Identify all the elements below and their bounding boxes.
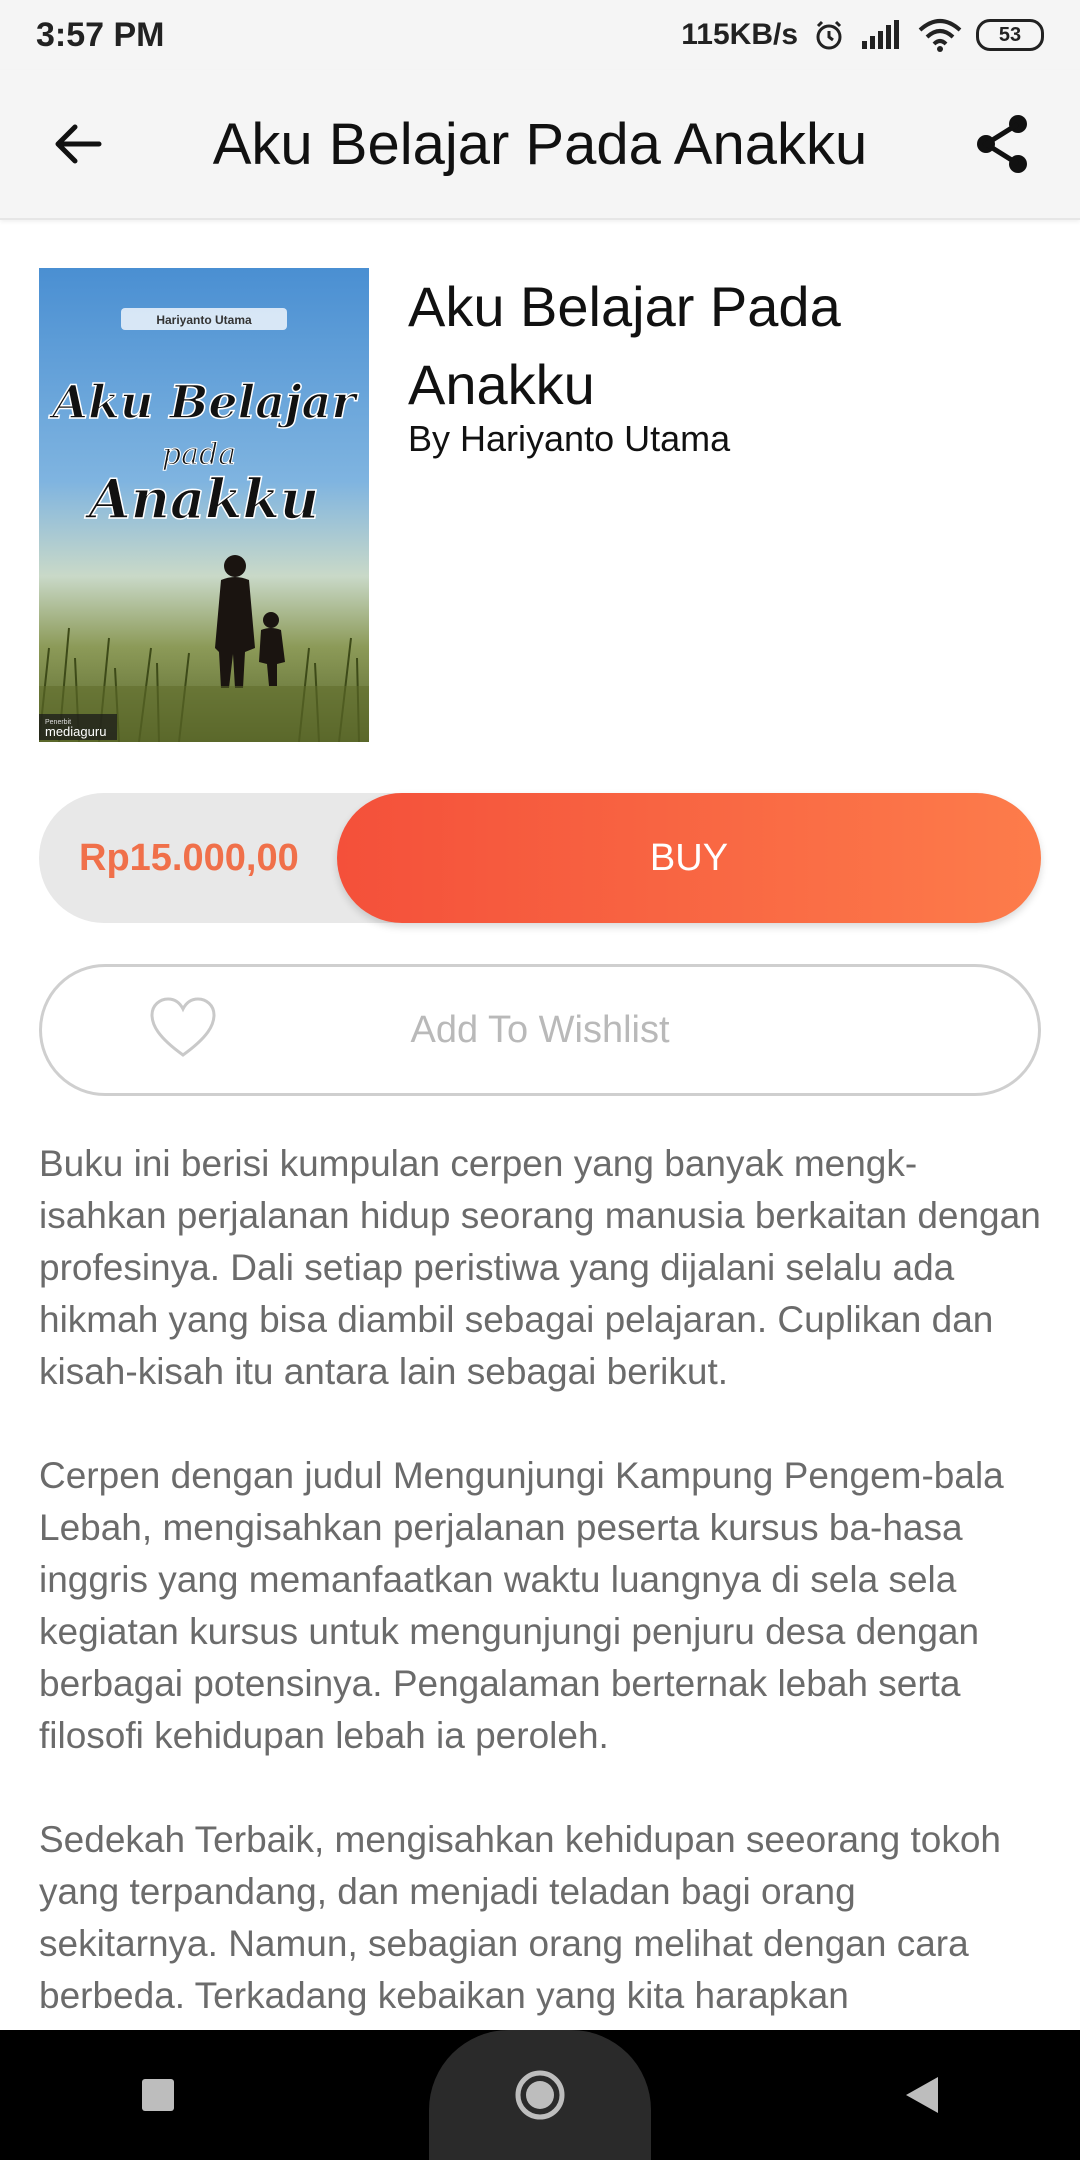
book-cover[interactable]: Hariyanto Utama Aku Belajar pada Anakku … (39, 268, 369, 742)
arrow-left-icon (55, 124, 102, 164)
status-time: 3:57 PM (36, 15, 165, 54)
silhouette-illustration (215, 555, 285, 688)
square-icon (142, 2079, 174, 2111)
cover-publisher: mediaguru (45, 724, 106, 739)
wifi-icon (918, 19, 962, 52)
battery-level: 53 (998, 23, 1022, 46)
circle-icon (515, 2070, 565, 2120)
share-icon (977, 115, 1027, 173)
cover-title-script: Aku Belajar (48, 375, 359, 429)
book-cover-art: Hariyanto Utama Aku Belajar pada Anakku … (39, 308, 369, 742)
network-speed: 115KB/s (681, 18, 798, 51)
system-nav-bar (0, 2030, 1080, 2160)
status-icons: 115KB/s 53 (681, 18, 1044, 52)
cover-author: Hariyanto Utama (156, 313, 252, 327)
description-paragraph: Cerpen dengan judul Mengunjungi Kampung … (39, 1455, 1004, 1756)
home-button[interactable] (429, 2030, 651, 2160)
status-bar: 3:57 PM 115KB/s 53 (0, 0, 1080, 70)
battery-icon: 53 (976, 19, 1044, 51)
back-button[interactable] (28, 94, 128, 194)
description-paragraph: Buku ini berisi kumpulan cerpen yang ban… (39, 1143, 1041, 1392)
page-title: Aku Belajar Pada Anakku (212, 111, 868, 177)
signal-icon (862, 20, 899, 49)
buy-button[interactable]: BUY (337, 793, 1041, 923)
triangle-back-icon (906, 2077, 938, 2113)
cover-title-big: Anakku (84, 467, 319, 531)
book-description: Buku ini berisi kumpulan cerpen yang ban… (39, 1138, 1044, 2074)
back-nav-button[interactable] (877, 2050, 967, 2140)
book-author: By Hariyanto Utama (408, 418, 731, 459)
share-button[interactable] (952, 94, 1052, 194)
book-title: Aku Belajar Pada Anakku (408, 275, 841, 416)
price-bar: Rp15.000,00 BUY (39, 793, 1041, 923)
recent-apps-button[interactable] (113, 2050, 203, 2140)
alarm-icon (816, 20, 842, 50)
description-paragraph: Sedekah Terbaik, mengisahkan kehidupan s… (39, 1819, 1001, 2016)
price-label: Rp15.000,00 (79, 836, 299, 879)
app-bar: Aku Belajar Pada Anakku (0, 70, 1080, 220)
heart-icon (150, 997, 216, 1057)
add-to-wishlist-button[interactable]: Add To Wishlist (39, 964, 1041, 1096)
